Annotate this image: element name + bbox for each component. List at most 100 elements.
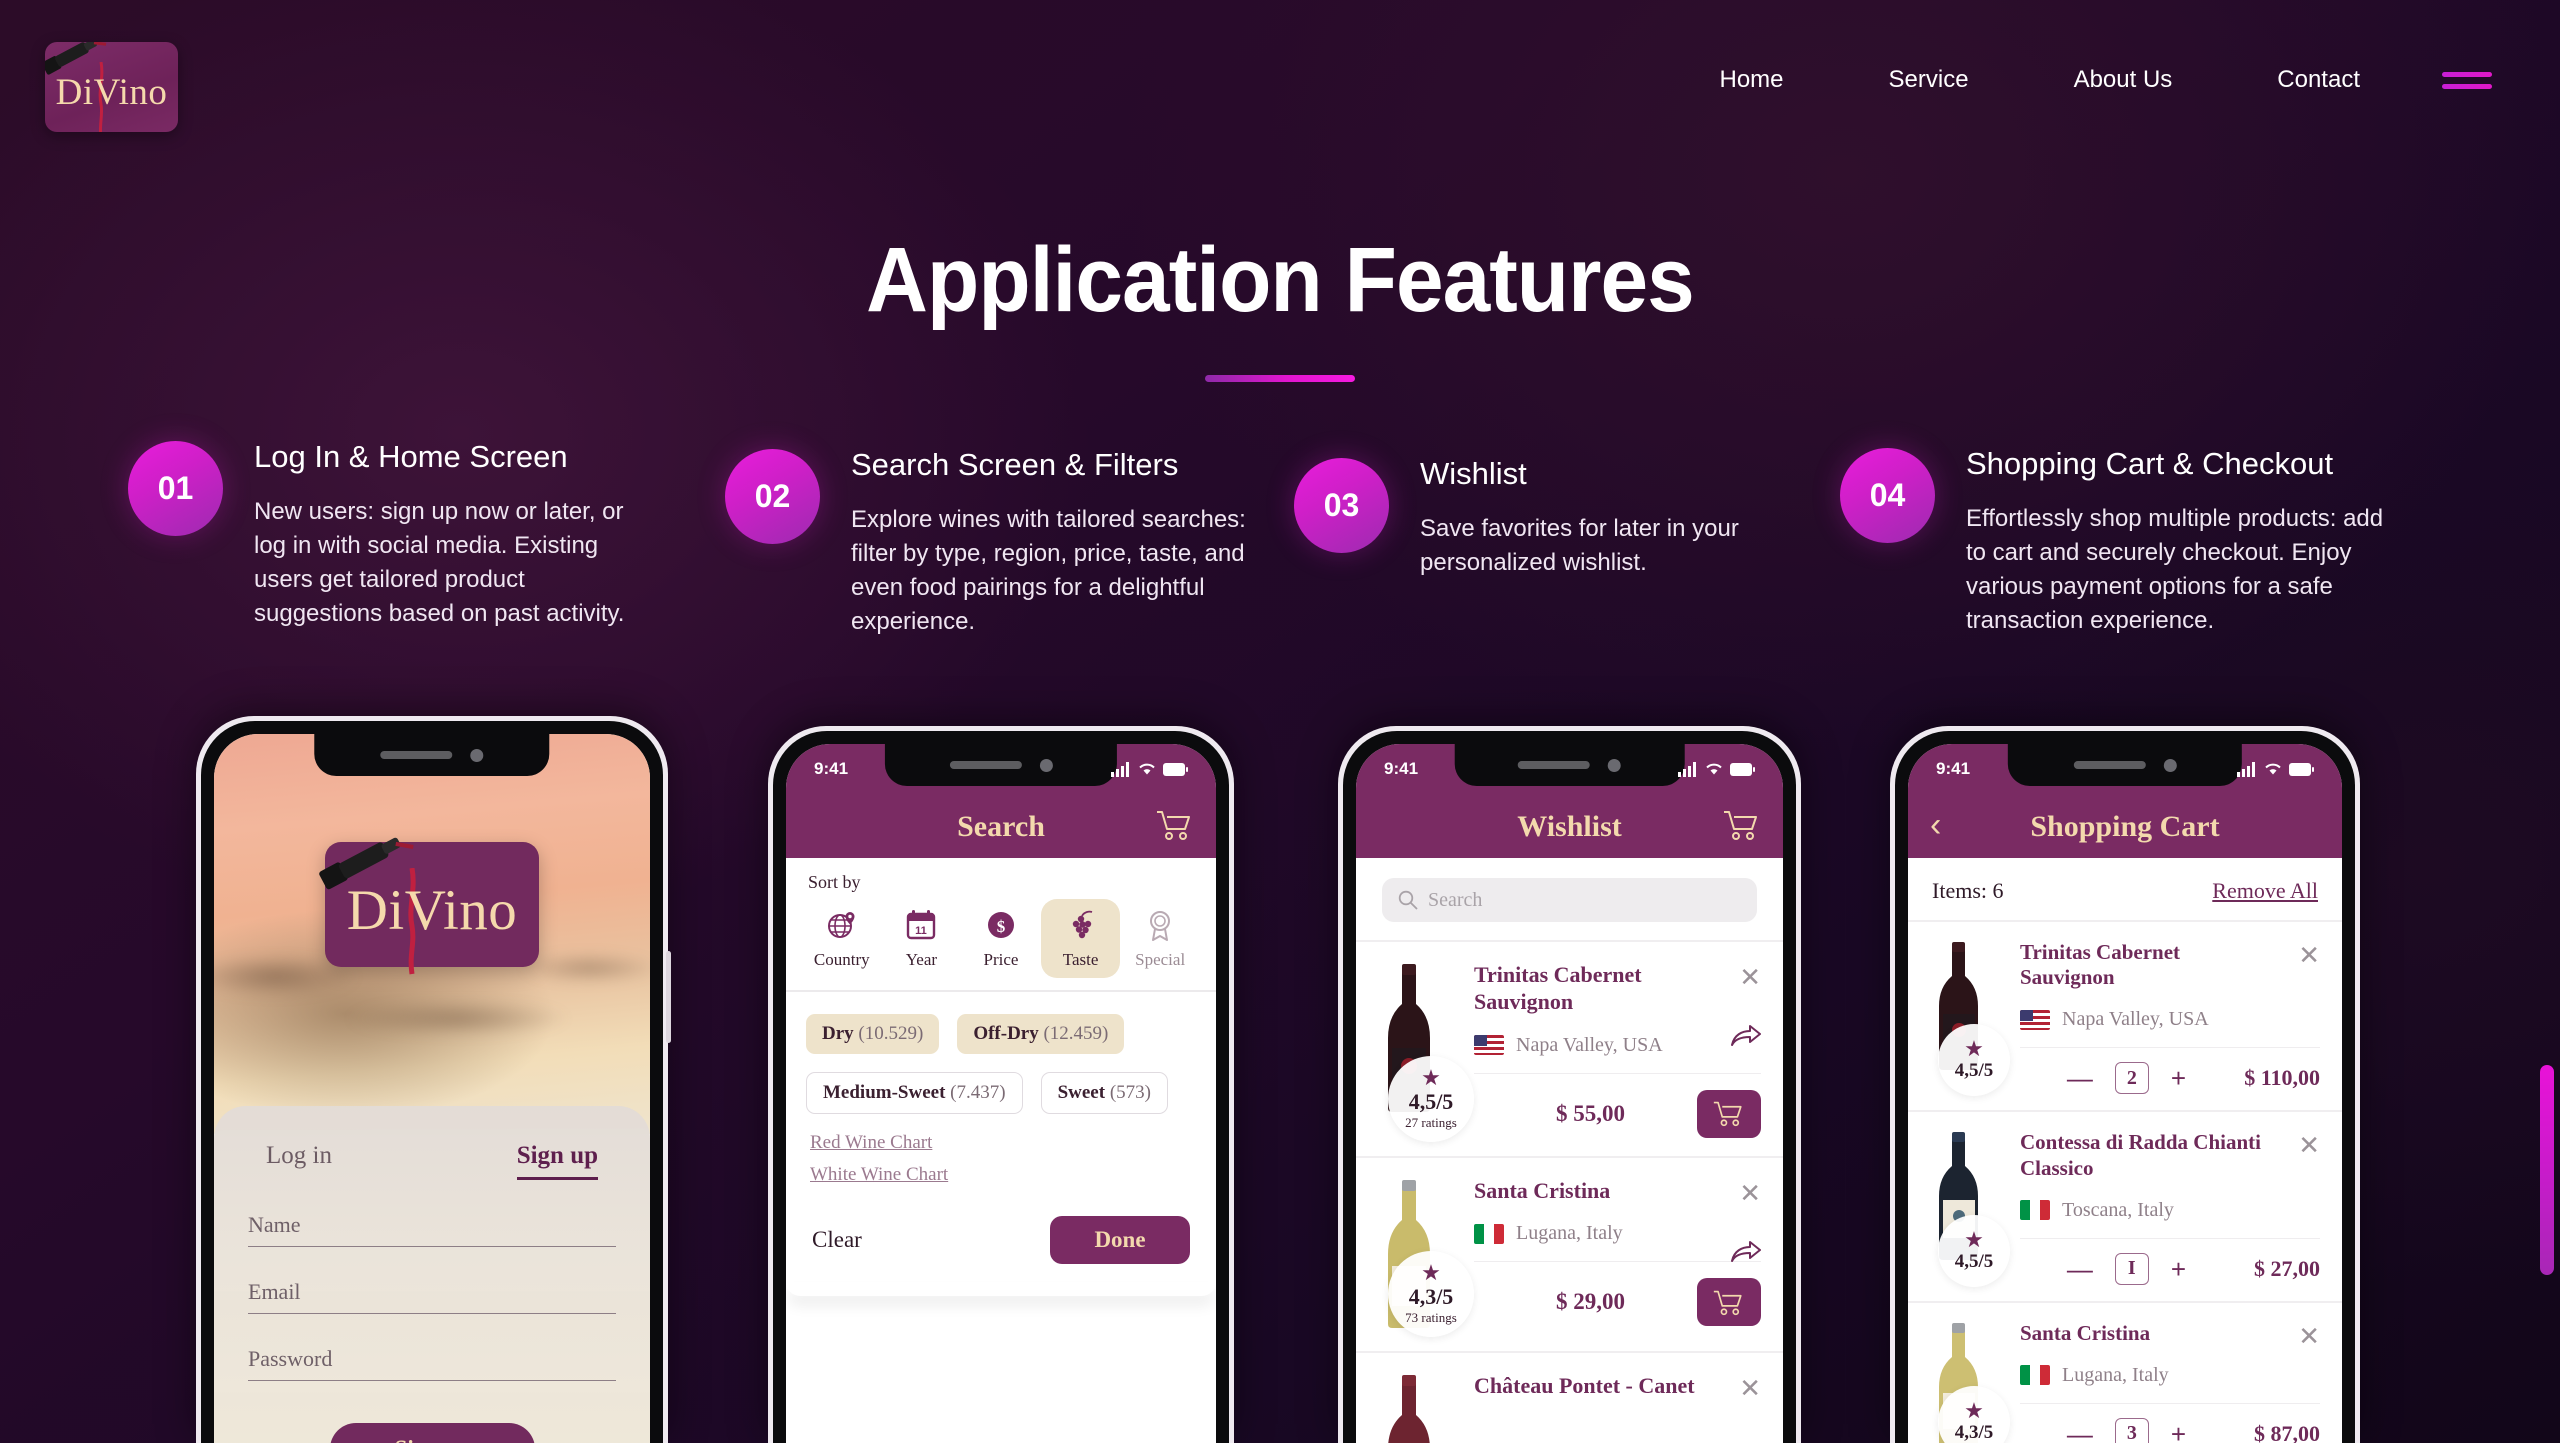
filter-chip-sweet[interactable]: Sweet (573) xyxy=(1040,1072,1168,1114)
wine-name: Château Pontet - Canet xyxy=(1474,1372,1695,1398)
sort-option-special[interactable]: Special xyxy=(1120,899,1200,978)
tab-log-in[interactable]: Log in xyxy=(266,1142,332,1170)
email-field[interactable]: Email xyxy=(248,1279,616,1314)
login-screen: DiVino Log in Sign up Name Email Passwor… xyxy=(214,734,650,1443)
add-to-cart-button[interactable] xyxy=(1697,1089,1761,1138)
origin-label: Toscana, Italy xyxy=(2062,1198,2174,1221)
origin-label: Lugana, Italy xyxy=(2062,1363,2169,1386)
calendar-icon: 11 xyxy=(907,910,936,940)
wishlist-item: ★ 4,5/5 27 ratings ✕ Trinitas Cabernet S… xyxy=(1356,940,1783,1156)
decrease-quantity-button[interactable]: — xyxy=(2067,1256,2093,1282)
feature-badge-number: 03 xyxy=(1294,458,1389,553)
wine-name: Santa Cristina xyxy=(2020,1320,2151,1345)
feature-title: Log In & Home Screen xyxy=(254,439,568,474)
star-icon: ★ xyxy=(1964,1397,1984,1423)
remove-item-icon[interactable]: ✕ xyxy=(2298,1132,2320,1158)
remove-item-icon[interactable]: ✕ xyxy=(2298,1323,2320,1349)
origin-label: Lugana, Italy xyxy=(1516,1222,1623,1245)
status-time: 9:41 xyxy=(1936,759,1971,778)
chip-label: Off-Dry xyxy=(973,1023,1039,1044)
cart-icon[interactable] xyxy=(1723,809,1761,846)
chip-count: (7.437) xyxy=(950,1082,1006,1103)
quantity-value[interactable]: I xyxy=(2114,1252,2149,1285)
login-form-sheet: Log in Sign up Name Email Password Sign … xyxy=(214,1106,650,1443)
search-header: 9:41 Search xyxy=(786,744,1216,858)
cart-row: ★ 4,3/5 ✕ Santa Cristina Lugana, Italy —… xyxy=(1908,1300,2342,1443)
wine-origin: Lugana, Italy xyxy=(2020,1364,2320,1387)
cellular-signal-icon xyxy=(2237,761,2255,777)
nav-item-about-us[interactable]: About Us xyxy=(2074,66,2173,94)
filter-chip-off-dry[interactable]: Off-Dry (12.459) xyxy=(957,1014,1125,1054)
phone-mockup-login: DiVino Log in Sign up Name Email Passwor… xyxy=(196,716,671,1443)
star-icon: ★ xyxy=(1421,1064,1441,1090)
password-field[interactable]: Password xyxy=(248,1346,616,1381)
remove-item-icon[interactable]: ✕ xyxy=(2298,942,2320,968)
name-field[interactable]: Name xyxy=(248,1212,616,1247)
chevron-left-icon[interactable]: ‹ xyxy=(1930,808,1941,842)
app-logo-card: DiVino xyxy=(319,837,539,975)
wine-origin: Napa Valley, USA xyxy=(1474,1034,1761,1057)
cart-header: 9:41 ‹ Shopping Cart xyxy=(1908,744,2342,858)
wifi-icon xyxy=(1706,763,1722,775)
page-scrollbar-thumb[interactable] xyxy=(2540,1065,2554,1275)
camera-icon xyxy=(470,748,484,762)
feature-item-4: 04 Shopping Cart & Checkout Effortlessly… xyxy=(1840,445,2383,639)
clear-button[interactable]: Clear xyxy=(812,1227,862,1253)
share-icon[interactable] xyxy=(1731,1240,1761,1269)
chip-count: (10.529) xyxy=(858,1023,924,1044)
filter-chip-dry[interactable]: Dry (10.529) xyxy=(806,1014,940,1054)
wine-price: $ 29,00 xyxy=(1556,1289,1625,1315)
hamburger-line xyxy=(2442,84,2492,89)
globe-pin-icon xyxy=(827,912,855,938)
hamburger-icon[interactable] xyxy=(2442,72,2492,89)
field-underline xyxy=(248,1380,616,1381)
wine-origin: Napa Valley, USA xyxy=(2020,1008,2320,1031)
increase-quantity-button[interactable]: + xyxy=(2171,1421,2186,1443)
feature-item-1: 01 Log In & Home Screen New users: sign … xyxy=(128,438,658,632)
ratings-count: 27 ratings xyxy=(1405,1114,1457,1130)
remove-item-icon[interactable]: ✕ xyxy=(1739,1375,1761,1401)
share-icon[interactable] xyxy=(1731,1024,1761,1053)
sign-up-button[interactable]: Sign up xyxy=(329,1423,535,1443)
flag-icon-us xyxy=(2020,1009,2050,1030)
add-to-cart-button[interactable] xyxy=(1697,1278,1761,1327)
sort-option-taste[interactable]: Taste xyxy=(1040,899,1121,978)
origin-label: Napa Valley, USA xyxy=(2062,1008,2209,1031)
remove-item-icon[interactable]: ✕ xyxy=(1739,1180,1761,1206)
feature-badge-number: 01 xyxy=(128,441,223,536)
sort-option-year[interactable]: 11 Year xyxy=(882,899,962,978)
sort-option-country[interactable]: Country xyxy=(802,899,882,978)
rating-badge: ★ 4,5/5 27 ratings xyxy=(1388,1055,1474,1142)
remove-all-button[interactable]: Remove All xyxy=(2212,878,2318,904)
quantity-value[interactable]: 2 xyxy=(2114,1062,2149,1095)
done-button[interactable]: Done xyxy=(1050,1216,1190,1264)
link-red-wine-chart[interactable]: Red Wine Chart xyxy=(810,1132,1216,1154)
feature-description: Save favorites for later in your persona… xyxy=(1420,515,1739,577)
filter-chip-medium-sweet[interactable]: Medium-Sweet (7.437) xyxy=(806,1072,1023,1114)
tab-sign-up[interactable]: Sign up xyxy=(516,1142,598,1180)
cart-screen: 9:41 ‹ Shopping Cart Items: 6 Remove All… xyxy=(1908,744,2342,1443)
decrease-quantity-button[interactable]: — xyxy=(2067,1065,2093,1091)
nav-item-home[interactable]: Home xyxy=(1720,66,1784,94)
nav-item-service[interactable]: Service xyxy=(1889,66,1969,94)
sort-option-price[interactable]: $ Price xyxy=(961,899,1041,978)
star-icon: ★ xyxy=(1964,1036,1984,1062)
link-white-wine-chart[interactable]: White Wine Chart xyxy=(810,1164,1216,1186)
wishlist-item: ★ 4,3/5 73 ratings ✕ Santa Cristina Luga… xyxy=(1356,1155,1783,1351)
brand-logo[interactable]: DiVino xyxy=(45,42,178,132)
quantity-value[interactable]: 3 xyxy=(2114,1417,2149,1443)
wishlist-search-input[interactable]: Search xyxy=(1382,878,1757,922)
status-bar: 9:41 xyxy=(786,756,1216,782)
increase-quantity-button[interactable]: + xyxy=(2171,1065,2186,1091)
features-row: 01 Log In & Home Screen New users: sign … xyxy=(0,428,2560,708)
cart-row: ★ 4,5/5 ✕ Contessa di Radda Chianti Clas… xyxy=(1908,1110,2342,1300)
decrease-quantity-button[interactable]: — xyxy=(2067,1421,2093,1443)
cart-icon[interactable] xyxy=(1156,809,1194,846)
bottle-image: ★ 4,3/5 xyxy=(1930,1321,2010,1443)
phone-notch xyxy=(314,734,550,776)
feature-badge-number: 04 xyxy=(1840,448,1935,543)
feature-title: Search Screen & Filters xyxy=(851,447,1179,482)
remove-item-icon[interactable]: ✕ xyxy=(1739,964,1761,990)
nav-item-contact[interactable]: Contact xyxy=(2277,66,2360,94)
increase-quantity-button[interactable]: + xyxy=(2171,1256,2186,1282)
